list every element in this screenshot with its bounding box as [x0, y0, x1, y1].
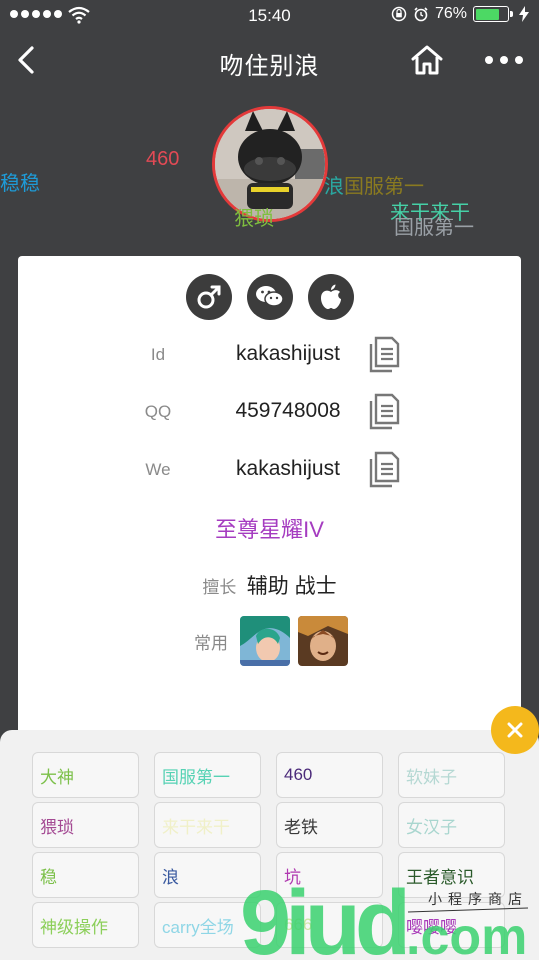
- tag-option[interactable]: 460: [276, 752, 383, 798]
- tag-option[interactable]: 神级操作: [32, 902, 139, 948]
- tag-option[interactable]: 女汉子: [398, 802, 505, 848]
- tag-option[interactable]: 来干来干: [154, 802, 261, 848]
- floating-tag: 猥琐: [234, 208, 274, 230]
- svg-text:9iud: 9iud: [240, 872, 406, 958]
- lock-rotation-icon: [391, 6, 407, 22]
- copy-icon[interactable]: [366, 392, 402, 432]
- wechat-row: We kakashijust: [18, 450, 521, 490]
- copy-icon[interactable]: [366, 450, 402, 490]
- battery-icon: [473, 6, 513, 22]
- copy-icon[interactable]: [366, 335, 402, 375]
- alarm-icon: [414, 7, 428, 22]
- tag-option[interactable]: 稳: [32, 852, 139, 898]
- tag-option[interactable]: 国服第一: [154, 752, 261, 798]
- more-dots-icon[interactable]: [485, 47, 523, 73]
- floating-tag: 浪: [324, 176, 344, 198]
- hero-avatar-1[interactable]: [240, 616, 290, 666]
- hero-avatar-2[interactable]: [298, 616, 348, 666]
- rank-text: 至尊星耀IV: [215, 517, 324, 542]
- tag-option[interactable]: 大神: [32, 752, 139, 798]
- svg-text:小程序商店: 小程序商店: [428, 892, 528, 908]
- battery-percent: 76%: [434, 5, 467, 22]
- floating-tag: 国服第一: [344, 176, 424, 198]
- qq-value: 459748008: [235, 399, 341, 422]
- wechat-value: kakashijust: [236, 457, 340, 480]
- floating-tag: 国服第一: [394, 217, 474, 239]
- specialty-row: 擅长 辅助 战士: [18, 570, 521, 600]
- specialty-label: 擅长: [202, 578, 237, 597]
- male-icon: [185, 274, 232, 320]
- home-icon[interactable]: [410, 44, 444, 76]
- apple-icon: [307, 274, 354, 320]
- id-value: kakashijust: [236, 342, 340, 365]
- id-row: Id kakashijust: [18, 335, 521, 375]
- qq-label: QQ: [144, 402, 172, 421]
- id-label: Id: [150, 345, 166, 364]
- wechat-label: We: [145, 460, 171, 479]
- charging-icon: [519, 6, 529, 22]
- specialty-value: 辅助 战士: [246, 575, 337, 598]
- floating-tag: 稳稳: [0, 173, 40, 195]
- tag-option[interactable]: 老铁: [276, 802, 383, 848]
- nav-bar: 吻住别浪: [0, 32, 539, 90]
- page-title: 吻住别浪: [219, 53, 320, 80]
- close-icon[interactable]: [491, 706, 539, 754]
- profile-card: Id kakashijust QQ 459748008 We kakashiju…: [18, 256, 521, 756]
- common-label: 常用: [194, 633, 228, 653]
- svg-text:.com: .com: [406, 908, 527, 958]
- tag-option[interactable]: 猥琐: [32, 802, 139, 848]
- tag-option[interactable]: 软妹子: [398, 752, 505, 798]
- status-bar: 15:40 76%: [0, 0, 539, 32]
- watermark-logo: 9iud .com 小程序商店: [240, 872, 529, 958]
- wechat-icon: [246, 274, 293, 320]
- common-heroes-row: 常用: [194, 616, 348, 666]
- qq-row: QQ 459748008: [18, 392, 521, 432]
- floating-tag: 460: [146, 148, 180, 170]
